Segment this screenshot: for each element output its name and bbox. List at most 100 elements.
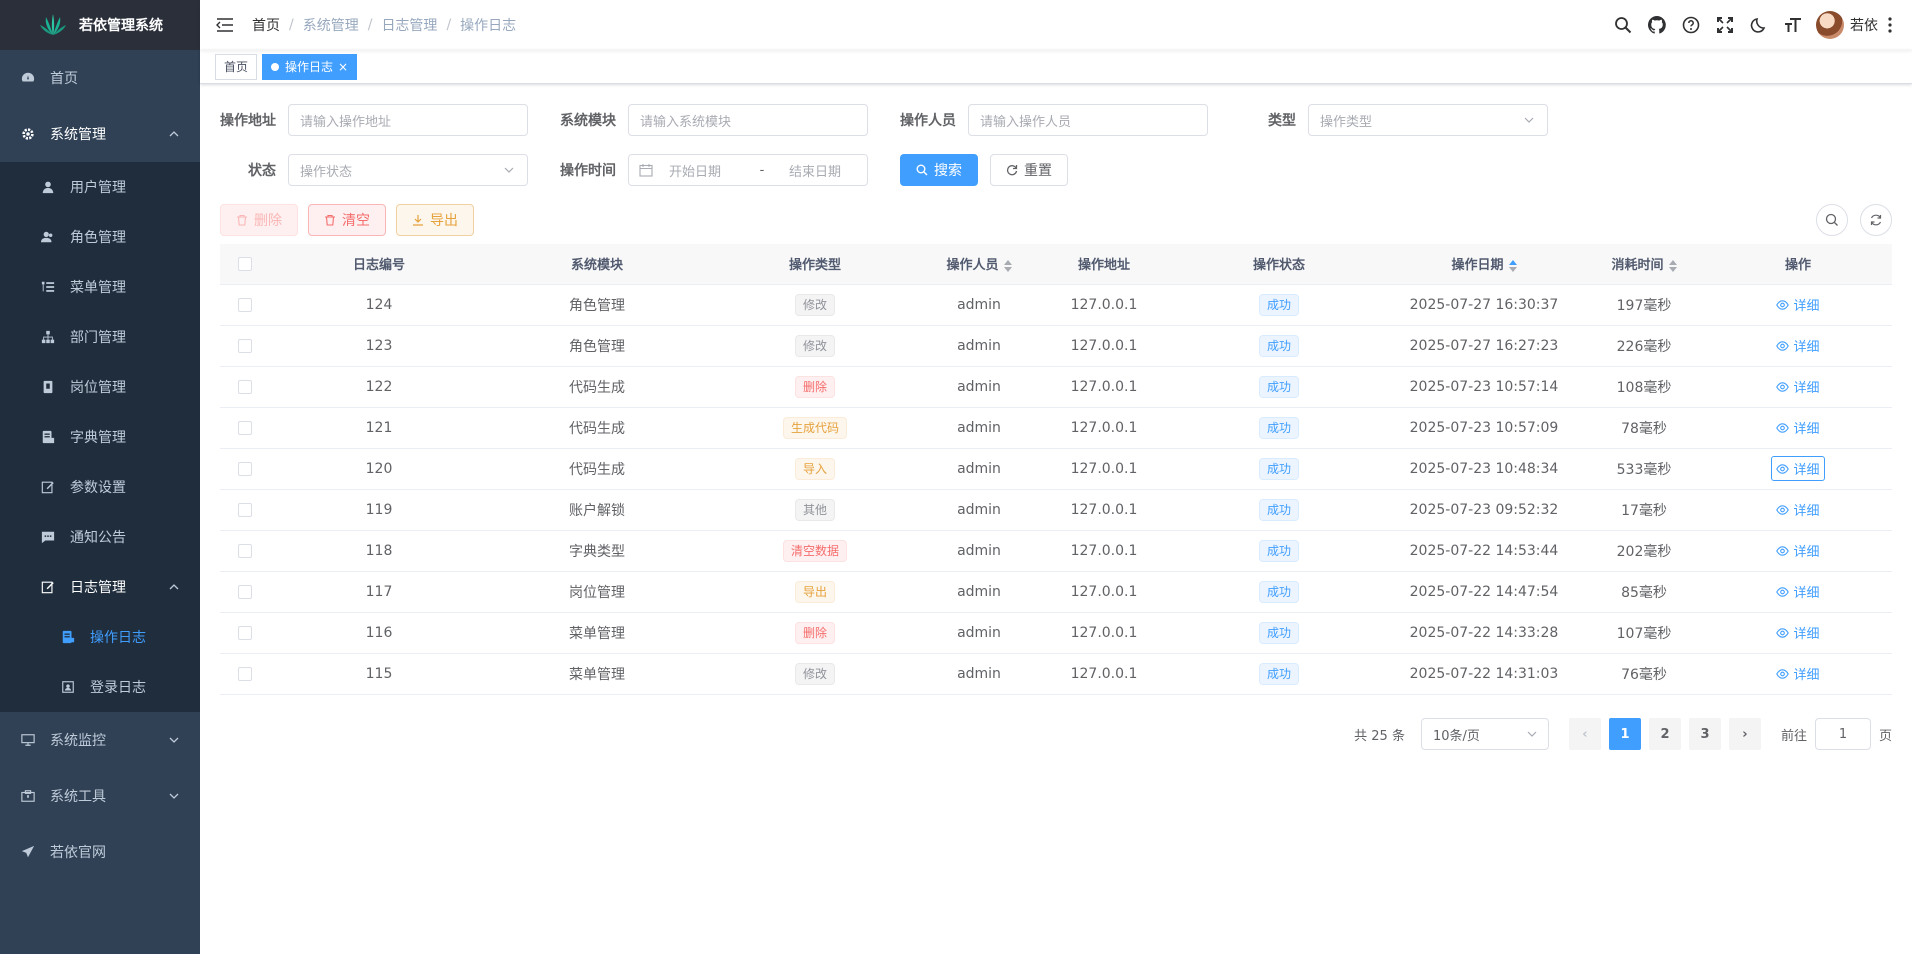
row-checkbox[interactable]	[238, 584, 252, 599]
sidebar-item-dept[interactable]: 部门管理	[0, 312, 200, 362]
calendar-icon	[639, 164, 653, 177]
reset-button[interactable]: 重置	[990, 154, 1068, 186]
operator-input[interactable]: 请输入操作人员	[968, 104, 1208, 136]
row-checkbox[interactable]	[238, 502, 252, 517]
table-row[interactable]: 121 代码生成 生成代码 admin 127.0.0.1 成功 2025-07-23 10…	[220, 407, 1892, 449]
end-date-input[interactable]: 结束日期	[775, 161, 855, 180]
sidebar-item-post[interactable]: 岗位管理	[0, 362, 200, 412]
page-button-3[interactable]: 3	[1688, 718, 1721, 750]
col-date[interactable]: 操作日期	[1384, 244, 1584, 285]
type-select[interactable]: 操作类型	[1308, 104, 1548, 136]
detail-button[interactable]: 详细	[1771, 456, 1825, 481]
sidebar-item-operlog[interactable]: 操作日志	[0, 612, 200, 662]
row-checkbox[interactable]	[238, 338, 252, 353]
toggle-search-button[interactable]	[1816, 204, 1848, 236]
table-row[interactable]: 115 菜单管理 修改 admin 127.0.0.1 成功 2025-07-22 14:3…	[220, 653, 1892, 695]
view-icon	[1776, 422, 1790, 433]
page-button-1[interactable]: 1	[1608, 718, 1641, 750]
fullscreen-button[interactable]	[1708, 0, 1742, 50]
cell-status: 成功	[1174, 530, 1384, 572]
table-row[interactable]: 118 字典类型 清空数据 admin 127.0.0.1 成功 2025-07-22 14…	[220, 530, 1892, 572]
module-input[interactable]: 请输入系统模块	[628, 104, 868, 136]
next-page-button[interactable]: ›	[1728, 718, 1761, 750]
table-row[interactable]: 119 账户解锁 其他 admin 127.0.0.1 成功 2025-07-23 09:5…	[220, 489, 1892, 531]
detail-button[interactable]: 详细	[1771, 620, 1824, 645]
col-date-label: 操作日期	[1451, 258, 1504, 274]
address-input[interactable]: 请输入操作地址	[288, 104, 528, 136]
export-button[interactable]: 导出	[396, 204, 474, 236]
sidebar-item-logininfor[interactable]: 登录日志	[0, 662, 200, 712]
table-row[interactable]: 122 代码生成 删除 admin 127.0.0.1 成功 2025-07-23 10:5…	[220, 366, 1892, 408]
size-select-button[interactable]	[1776, 0, 1810, 50]
status-select[interactable]: 操作状态	[288, 154, 528, 186]
sidebar-item-role[interactable]: 角色管理	[0, 212, 200, 262]
github-button[interactable]	[1640, 0, 1674, 50]
sidebar-item-home[interactable]: 首页	[0, 50, 200, 106]
col-operator[interactable]: 操作人员	[924, 244, 1034, 285]
sidebar-item-log[interactable]: 日志管理	[0, 562, 200, 612]
cell-type: 修改	[706, 653, 924, 695]
row-checkbox[interactable]	[238, 297, 252, 312]
sidebar-item-label: 若依官网	[50, 845, 106, 861]
table-row[interactable]: 123 角色管理 修改 admin 127.0.0.1 成功 2025-07-27 16:2…	[220, 325, 1892, 367]
tag-operlog[interactable]: 操作日志 ×	[262, 53, 358, 80]
header-search-button[interactable]	[1606, 0, 1640, 50]
more-button[interactable]	[1878, 0, 1902, 50]
detail-button[interactable]: 详细	[1771, 538, 1824, 563]
select-all-checkbox[interactable]	[238, 256, 252, 271]
sidebar-item-monitor[interactable]: 系统监控	[0, 712, 200, 768]
theme-toggle-button[interactable]	[1742, 0, 1776, 50]
hamburger-button[interactable]	[200, 0, 250, 50]
refresh-table-button[interactable]	[1860, 204, 1892, 236]
start-date-input[interactable]: 开始日期	[669, 161, 749, 180]
detail-button[interactable]: 详细	[1771, 292, 1824, 317]
username[interactable]: 若依	[1850, 15, 1878, 35]
toolbar: 删除 清空 导出	[220, 204, 1892, 236]
sidebar-item-config[interactable]: 参数设置	[0, 462, 200, 512]
detail-button[interactable]: 详细	[1771, 661, 1824, 686]
table-row[interactable]: 120 代码生成 导入 admin 127.0.0.1 成功 2025-07-23 10:4…	[220, 448, 1892, 490]
docs-button[interactable]	[1674, 0, 1708, 50]
sidebar-item-user[interactable]: 用户管理	[0, 162, 200, 212]
sidebar-item-notice[interactable]: 通知公告	[0, 512, 200, 562]
row-checkbox[interactable]	[238, 625, 252, 640]
gear-icon	[20, 126, 36, 142]
tag-home[interactable]: 首页	[215, 53, 258, 80]
row-checkbox[interactable]	[238, 461, 252, 476]
detail-button[interactable]: 详细	[1771, 415, 1824, 440]
breadcrumb-separator: /	[446, 17, 452, 33]
logo[interactable]: 若依管理系统	[0, 0, 200, 50]
close-icon[interactable]: ×	[338, 55, 348, 79]
prev-page-button[interactable]: ‹	[1568, 718, 1601, 750]
cell-module: 岗位管理	[488, 571, 706, 613]
date-range-picker[interactable]: 开始日期 - 结束日期	[628, 154, 868, 186]
clear-button[interactable]: 清空	[308, 204, 386, 236]
detail-button[interactable]: 详细	[1771, 333, 1824, 358]
page-button-2[interactable]: 2	[1648, 718, 1681, 750]
table-row[interactable]: 124 角色管理 修改 admin 127.0.0.1 成功 2025-07-27 16:3…	[220, 284, 1892, 326]
detail-button[interactable]: 详细	[1771, 579, 1824, 604]
table-row[interactable]: 116 菜单管理 删除 admin 127.0.0.1 成功 2025-07-22 14:3…	[220, 612, 1892, 654]
col-cost[interactable]: 消耗时间	[1584, 244, 1704, 285]
delete-button[interactable]: 删除	[220, 204, 298, 236]
sidebar-item-system[interactable]: 系统管理	[0, 106, 200, 162]
search-button-label: 搜索	[934, 162, 962, 178]
tree-table-icon	[40, 279, 56, 295]
detail-button[interactable]: 详细	[1771, 497, 1824, 522]
sidebar-item-website[interactable]: 若依官网	[0, 824, 200, 880]
sidebar-item-dict[interactable]: 字典管理	[0, 412, 200, 462]
row-checkbox[interactable]	[238, 420, 252, 435]
cell-module: 菜单管理	[488, 653, 706, 695]
avatar[interactable]	[1816, 11, 1844, 39]
search-button[interactable]: 搜索	[900, 154, 978, 186]
row-checkbox[interactable]	[238, 666, 252, 681]
page-size-select[interactable]: 10条/页	[1420, 718, 1549, 750]
sidebar-item-menu[interactable]: 菜单管理	[0, 262, 200, 312]
breadcrumb-home[interactable]: 首页	[252, 15, 280, 35]
jump-input[interactable]: 1	[1814, 718, 1871, 750]
sidebar-item-tools[interactable]: 系统工具	[0, 768, 200, 824]
row-checkbox[interactable]	[238, 379, 252, 394]
detail-button[interactable]: 详细	[1771, 374, 1824, 399]
row-checkbox[interactable]	[238, 543, 252, 558]
table-row[interactable]: 117 岗位管理 导出 admin 127.0.0.1 成功 2025-07-22 14:4…	[220, 571, 1892, 613]
